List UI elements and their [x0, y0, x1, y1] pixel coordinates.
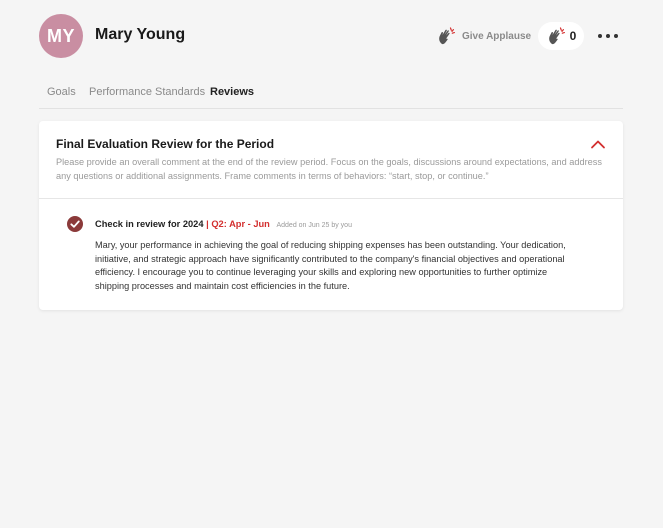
avatar: MY [39, 14, 83, 58]
review-period: Q2: Apr - Jun [211, 219, 270, 229]
tab-bar: Goals Performance Standards Reviews [39, 84, 623, 109]
review-title: Check in review for 2024 [95, 219, 204, 229]
applause-count: 0 [569, 29, 577, 43]
section-title: Final Evaluation Review for the Period [56, 137, 275, 151]
clapping-hands-icon [439, 27, 455, 45]
tab-reviews[interactable]: Reviews [210, 86, 254, 98]
check-circle-icon [67, 216, 83, 232]
section-description: Please provide an overall comment at the… [56, 157, 602, 181]
clapping-hands-icon [548, 27, 565, 45]
more-options-icon[interactable] [598, 30, 618, 42]
profile-header: MY Mary Young Give Applause 0 [0, 0, 663, 72]
review-separator: | [206, 219, 209, 229]
dot [606, 34, 610, 38]
review-heading: Check in review for 2024 | Q2: Apr - Jun… [95, 219, 352, 229]
review-body: Mary, your performance in achieving the … [95, 240, 566, 292]
final-evaluation-card: Final Evaluation Review for the Period P… [39, 121, 623, 310]
review-meta: Added on Jun 25 by you [276, 222, 352, 229]
review-entry: Check in review for 2024 | Q2: Apr - Jun… [39, 199, 623, 310]
dot [598, 34, 602, 38]
give-applause-button[interactable]: Give Applause [436, 26, 531, 46]
give-applause-label: Give Applause [462, 30, 532, 42]
applause-count-badge[interactable]: 0 [538, 22, 584, 50]
dot [614, 34, 618, 38]
tab-goals[interactable]: Goals [47, 86, 76, 98]
chevron-up-icon[interactable] [590, 138, 606, 150]
tab-performance-standards[interactable]: Performance Standards [89, 86, 205, 98]
card-header: Final Evaluation Review for the Period P… [39, 121, 623, 199]
user-name: Mary Young [95, 26, 186, 43]
